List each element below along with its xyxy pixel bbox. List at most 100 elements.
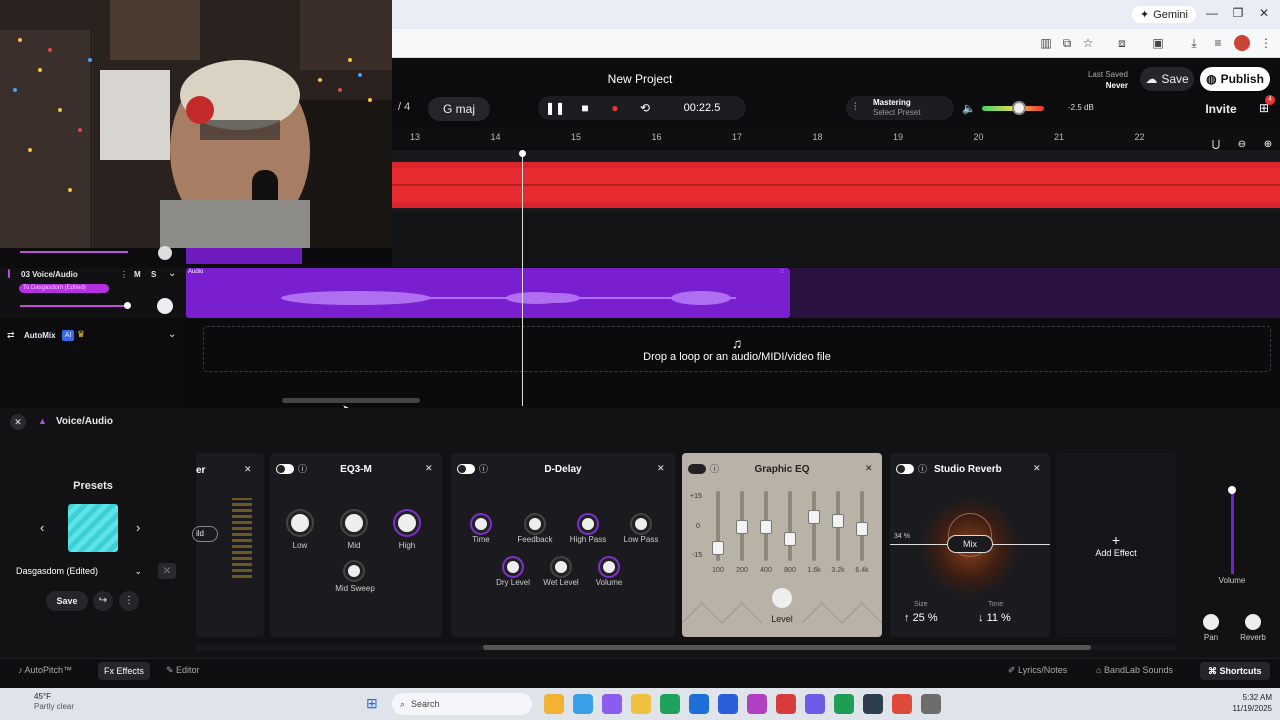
track-menu-icon[interactable]: ⋮ <box>120 270 128 279</box>
taskbar-app-icon[interactable] <box>805 694 825 714</box>
taskbar-search[interactable]: ⌕ Search <box>392 693 532 715</box>
reset-preset-icon[interactable]: ⤫ <box>158 563 176 579</box>
tab-autopitch[interactable]: ♪ AutoPitch™ <box>18 665 72 675</box>
pause-icon[interactable]: ❚❚ <box>543 96 567 120</box>
purple-clip-partial[interactable] <box>186 248 302 264</box>
invite-button[interactable]: Invite <box>1198 97 1244 121</box>
taskbar-app-icon[interactable] <box>863 694 883 714</box>
track-lane-empty[interactable] <box>392 212 1280 267</box>
reading-icon[interactable]: ▥ <box>1038 35 1054 51</box>
media-icon[interactable]: ≡ <box>1210 35 1226 51</box>
geq-band-track[interactable] <box>812 491 816 561</box>
shortcuts-button[interactable]: ⌘ Shortcuts <box>1200 662 1270 680</box>
gemini-button[interactable]: ✦ Gemini <box>1131 6 1196 23</box>
add-effect-button[interactable]: + Add Effect <box>1056 453 1176 637</box>
taskbar-app-icon[interactable] <box>544 694 564 714</box>
mix-select[interactable]: Mix <box>947 535 993 553</box>
fader-handle[interactable] <box>1228 486 1236 494</box>
chevron-down-icon[interactable]: ⌄ <box>168 268 176 279</box>
geq-band-handle[interactable] <box>832 514 844 528</box>
partial-select[interactable]: ild <box>192 526 218 542</box>
stop-icon[interactable]: ■ <box>573 96 597 120</box>
close-effect-icon[interactable]: ✕ <box>865 463 873 474</box>
reverb-toggle[interactable] <box>896 464 914 474</box>
minimize-button[interactable]: — <box>1202 6 1222 20</box>
mute-button[interactable]: M <box>134 270 141 279</box>
automix-label[interactable]: AutoMix <box>24 331 56 340</box>
high-pass-knob[interactable] <box>579 515 597 533</box>
taskbar-app-icon[interactable] <box>834 694 854 714</box>
solo-button[interactable]: S <box>151 270 156 279</box>
close-panel-button[interactable]: ✕ <box>10 414 26 430</box>
voice-audio-clip[interactable]: Audio <box>186 268 790 318</box>
taskbar-app-icon[interactable] <box>718 694 738 714</box>
key-selector[interactable]: G maj <box>428 97 490 121</box>
taskbar-app-icon[interactable] <box>631 694 651 714</box>
close-window-button[interactable]: ✕ <box>1254 6 1274 20</box>
tab-effects[interactable]: Fx Effects <box>98 662 150 680</box>
profile-avatar[interactable] <box>1234 35 1250 51</box>
tab-editor[interactable]: ✎ Editor <box>166 665 200 676</box>
taskbar-app-icon[interactable] <box>776 694 796 714</box>
taskbar-app-icon[interactable] <box>892 694 912 714</box>
geq-band-handle[interactable] <box>856 521 868 536</box>
close-effect-icon[interactable]: ✕ <box>1033 463 1041 474</box>
more-icon[interactable]: ⋮ <box>119 591 139 611</box>
time-knob[interactable] <box>472 515 490 533</box>
meter-display[interactable]: / 4 <box>398 101 410 113</box>
automix-chevron-icon[interactable]: ⌄ <box>168 329 176 340</box>
track-volume-slider[interactable] <box>20 305 128 307</box>
effects-scroll-thumb[interactable] <box>483 645 1091 650</box>
lyrics-button[interactable]: ✐ Lyrics/Notes <box>1008 665 1067 676</box>
taskbar-app-icon[interactable] <box>689 694 709 714</box>
save-button[interactable]: ☁ Save <box>1140 67 1194 91</box>
clip-handle-icon[interactable]: ◌ <box>780 268 784 275</box>
info-icon[interactable]: ⓘ <box>918 462 927 475</box>
mid-knob[interactable] <box>342 511 366 535</box>
extensions-icon[interactable]: ⧈ <box>1114 35 1130 51</box>
close-effect-icon[interactable]: ✕ <box>657 463 665 474</box>
timeline-ruler[interactable] <box>392 128 1280 148</box>
taskbar-app-icon[interactable] <box>921 694 941 714</box>
volume-handle[interactable] <box>1012 101 1026 115</box>
cast-icon[interactable]: ⧉ <box>1059 35 1075 51</box>
low-pass-knob[interactable] <box>632 515 650 533</box>
track-02-pan-knob[interactable] <box>158 246 172 260</box>
dry-level-knob[interactable] <box>504 558 522 576</box>
taskbar-app-icon[interactable] <box>747 694 767 714</box>
bandlab-sounds-button[interactable]: ⌂ BandLab Sounds <box>1096 665 1173 675</box>
track-02-volume[interactable] <box>20 251 128 253</box>
mid-sweep-knob[interactable] <box>345 562 363 580</box>
preset-save-button[interactable]: Save <box>46 591 88 611</box>
geq-band-handle[interactable] <box>712 541 724 555</box>
taskbar-app-icon[interactable] <box>660 694 680 714</box>
share-icon[interactable]: ↪ <box>93 591 113 611</box>
high-knob[interactable] <box>395 511 419 535</box>
preset-thumbnail[interactable] <box>68 504 118 552</box>
speaker-icon[interactable]: 🔈 <box>962 102 976 115</box>
tone-value[interactable]: ↓ 11 % <box>978 612 1011 624</box>
feedback-knob[interactable] <box>526 515 544 533</box>
size-value[interactable]: ↑ 25 % <box>904 612 938 624</box>
download-icon[interactable]: ⤓ <box>1186 35 1202 51</box>
record-icon[interactable]: ● <box>603 96 627 120</box>
tab-search-icon[interactable]: ▣ <box>1150 35 1166 51</box>
geq-band-handle[interactable] <box>808 509 820 524</box>
volume-handle[interactable] <box>124 302 131 309</box>
project-title[interactable]: New Project <box>540 72 740 86</box>
taskbar-app-icon[interactable] <box>602 694 622 714</box>
track-name[interactable]: 03 Voice/Audio <box>21 270 78 279</box>
drop-zone[interactable]: ♫ Drop a loop or an audio/MIDI/video fil… <box>203 326 1271 372</box>
windows-start-icon[interactable]: ⊞ <box>366 694 384 712</box>
pan-knob[interactable] <box>1203 614 1219 630</box>
close-effect-icon[interactable]: ✕ <box>425 463 433 474</box>
weather-widget[interactable]: 45°F Partly clear <box>34 692 74 712</box>
restore-button[interactable]: ❐ <box>1228 6 1248 20</box>
geq-band-handle[interactable] <box>736 520 748 534</box>
wet-level-knob[interactable] <box>552 558 570 576</box>
bookmark-star-icon[interactable]: ☆ <box>1080 35 1096 51</box>
geq-band-handle[interactable] <box>784 532 796 546</box>
playhead-handle[interactable] <box>519 150 526 157</box>
reverb-send-knob[interactable] <box>1245 614 1261 630</box>
playhead[interactable] <box>522 150 523 406</box>
